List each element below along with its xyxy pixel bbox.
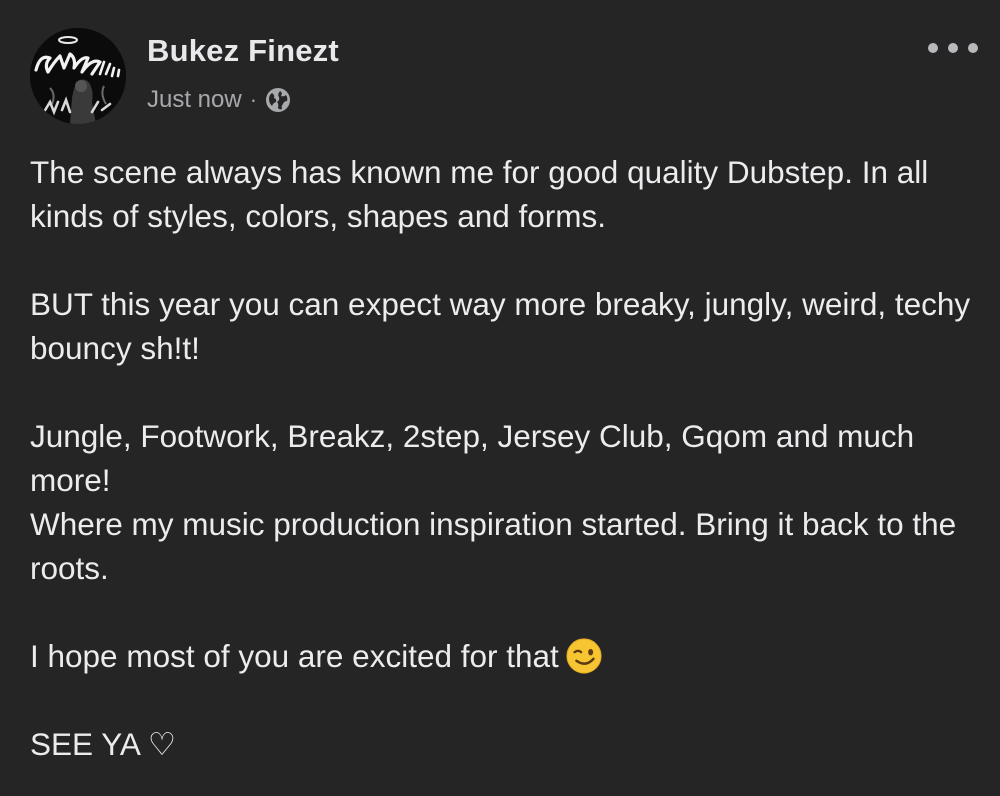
more-dot [948, 43, 958, 53]
winking-face-emoji-icon [566, 638, 602, 674]
avatar[interactable] [30, 28, 126, 124]
post-meta: Just now · [147, 84, 291, 116]
post-paragraph: SEE YA ♡ [30, 726, 177, 762]
more-dot [968, 43, 978, 53]
more-options-button[interactable] [928, 36, 978, 60]
avatar-image [30, 28, 126, 124]
post-paragraph: BUT this year you can expect way more br… [30, 286, 971, 366]
author-name[interactable]: Bukez Finezt [147, 33, 339, 69]
post-text: The scene always has known me for good q… [30, 150, 975, 766]
post-card: Bukez Finezt Just now · The scene always… [0, 0, 1000, 796]
post-paragraph: I hope most of you are excited for that [30, 638, 559, 674]
globe-icon[interactable] [265, 87, 291, 113]
post-paragraph: Jungle, Footwork, Breakz, 2step, Jersey … [30, 418, 915, 498]
post-paragraph: The scene always has known me for good q… [30, 154, 929, 234]
timestamp[interactable]: Just now [147, 86, 242, 114]
meta-separator: · [249, 87, 258, 112]
post-paragraph-with-emoji: I hope most of you are excited for that [30, 634, 975, 678]
more-dot [928, 43, 938, 53]
post-paragraph: Where my music production inspiration st… [30, 506, 957, 586]
